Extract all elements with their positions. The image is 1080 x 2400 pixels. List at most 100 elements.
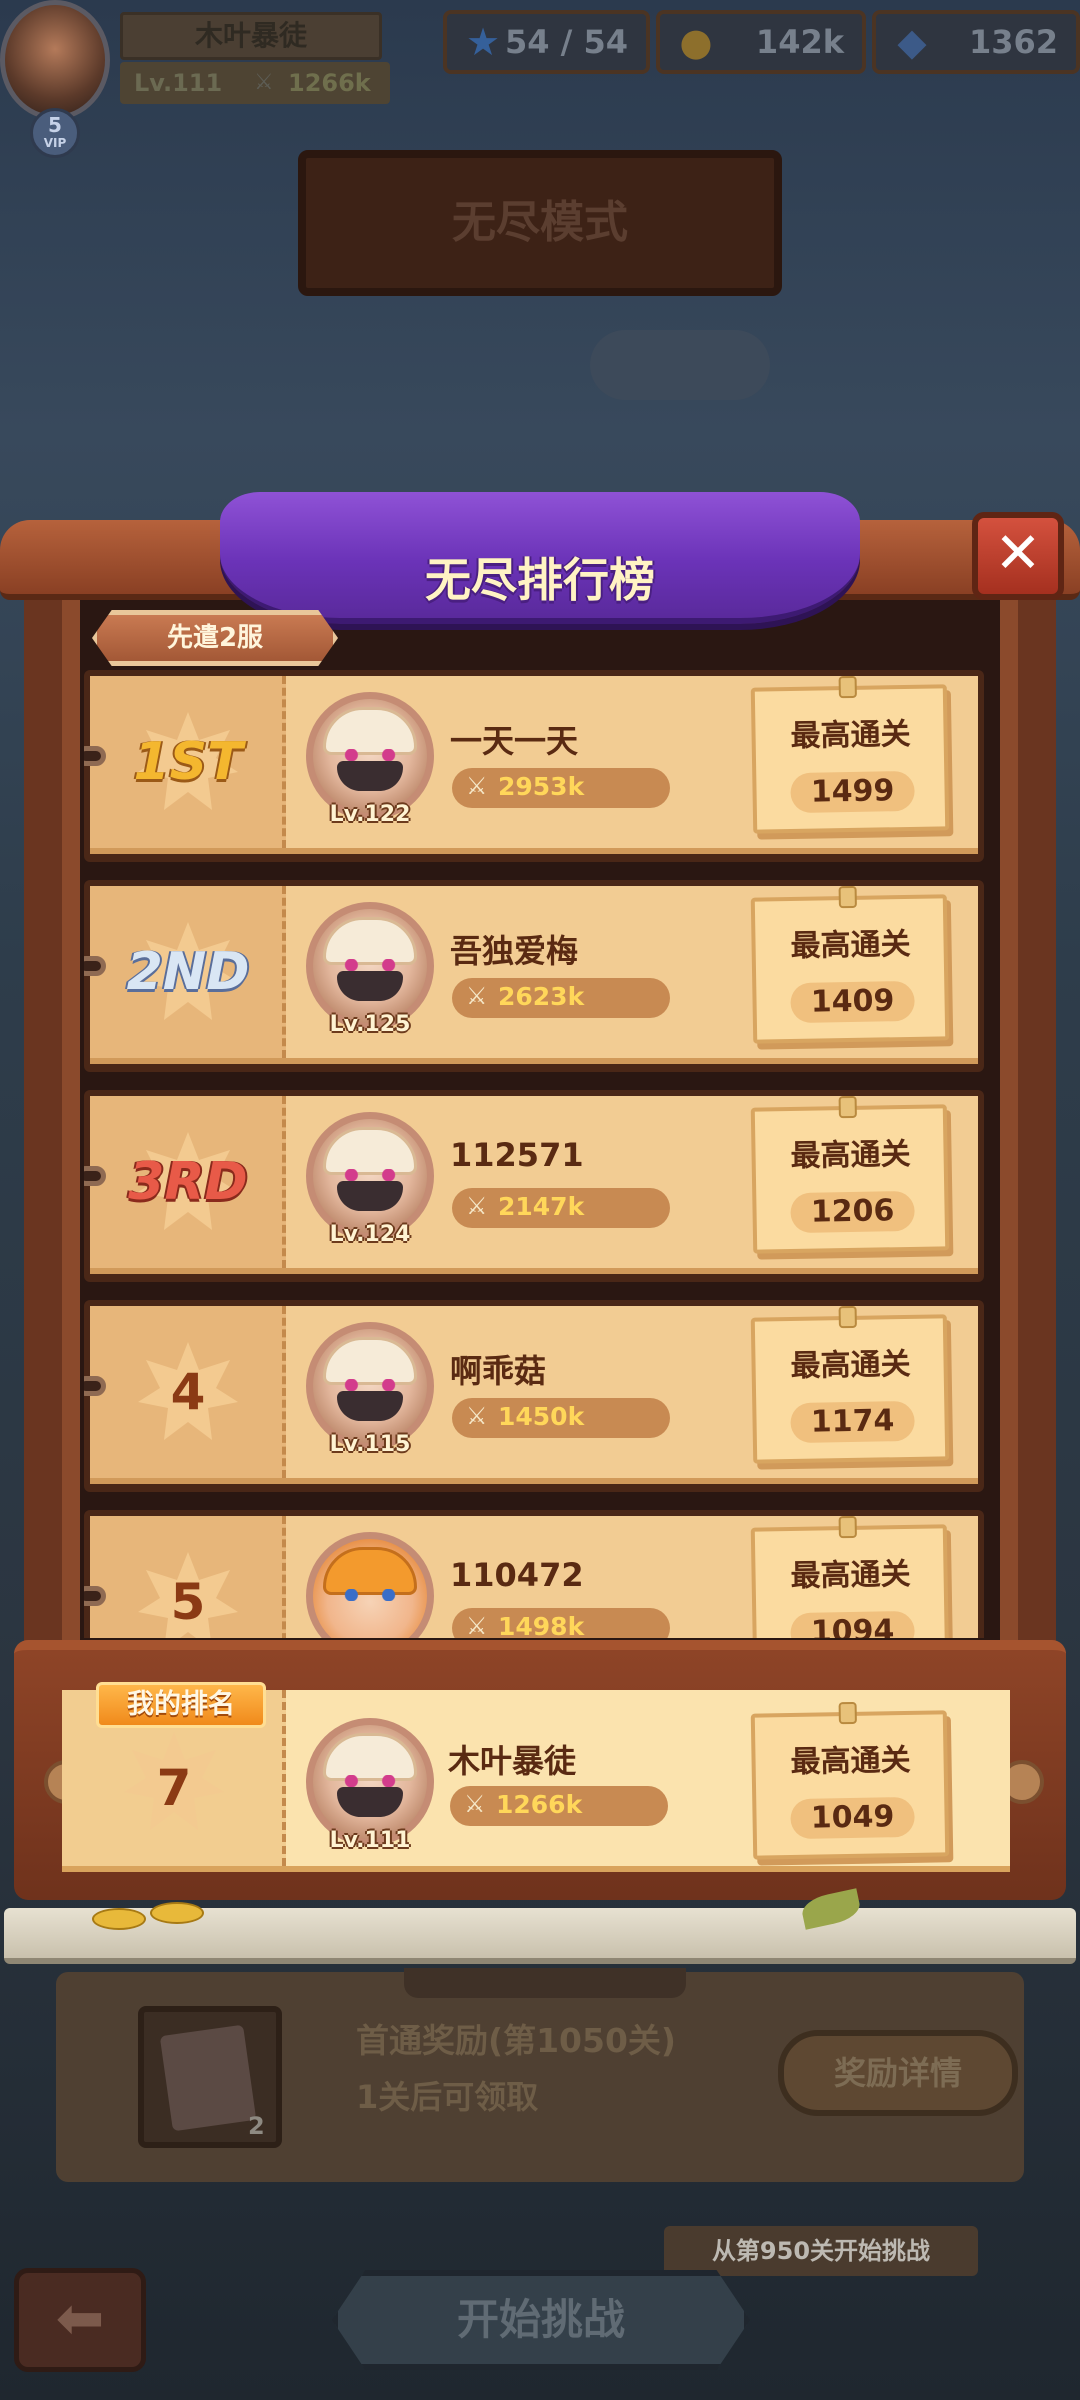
ranking-row[interactable]: 5 110472 ⚔ 1498k 最高通关 1094: [84, 1510, 984, 1638]
best-stage-value: 1206: [790, 1190, 915, 1234]
vip-level: 5: [48, 113, 62, 137]
player-name: 112571: [450, 1136, 584, 1174]
ranking-card: 1ST Lv.122 一天一天 ⚔ 2953k 最高通关 1499: [84, 675, 978, 854]
player-name: 木叶暴徒: [448, 1742, 577, 1780]
coin-icon: [92, 1908, 146, 1930]
best-stage-card: 最高通关 1499: [750, 675, 950, 834]
rank-number: 3RD: [128, 1152, 248, 1212]
best-stage-label: 最高通关: [790, 716, 911, 755]
rank-cell: 4: [84, 1306, 286, 1478]
best-stage-value: 1499: [790, 770, 915, 814]
best-stage-card: 最高通关 1409: [750, 885, 950, 1044]
reward-item-count: 2: [248, 2112, 265, 2140]
ranking-card: 5 110472 ⚔ 1498k 最高通关 1094: [84, 1515, 978, 1638]
player-level: Lv.122: [329, 802, 411, 827]
best-stage-value: 1409: [790, 980, 915, 1024]
player-level: Lv.111: [329, 1828, 411, 1853]
best-stage-label: 最高通关: [790, 1346, 911, 1385]
first-clear-reward-text: 首通奖励(第1050关): [356, 2021, 677, 2060]
power-value: 1266k: [496, 1790, 583, 1819]
power-pill: ⚔ 2623k: [452, 978, 670, 1018]
player-avatar[interactable]: [306, 902, 434, 1030]
power-value: 2623k: [498, 982, 585, 1011]
background-cloud: [590, 330, 770, 400]
player-level: Lv.115: [329, 1432, 411, 1457]
coin-icon: [150, 1902, 204, 1924]
player-avatar[interactable]: [306, 1718, 434, 1846]
power-value: 2953k: [498, 772, 585, 801]
rank-cell: 1ST: [84, 676, 286, 848]
reward-claim-hint: 1关后可领取: [356, 2078, 539, 2116]
player-avatar[interactable]: [306, 1112, 434, 1240]
power-pill: ⚔ 1450k: [452, 1398, 670, 1438]
star-icon: ★: [465, 20, 501, 64]
gold-counter[interactable]: ● 142k: [656, 10, 866, 74]
sword-icon: ⚔: [466, 772, 488, 800]
back-button[interactable]: ⬅: [14, 2268, 146, 2372]
player-avatar[interactable]: [306, 1532, 434, 1638]
pin-icon: [838, 1095, 857, 1119]
vip-label: VIP: [43, 136, 67, 150]
best-stage-label: 最高通关: [790, 1556, 911, 1595]
close-icon: ✕: [994, 521, 1042, 586]
gold-value: 142k: [755, 23, 844, 61]
best-stage-card: 最高通关 1174: [750, 1305, 950, 1464]
player-power: 1266k: [288, 69, 371, 97]
player-level-power: Lv.111 ⚔ 1266k: [120, 62, 390, 104]
ranking-row[interactable]: 1ST Lv.122 一天一天 ⚔ 2953k 最高通关 1499: [84, 670, 984, 862]
gem-counter[interactable]: ◆ 1362: [872, 10, 1080, 74]
server-tag[interactable]: 先遣2服: [92, 610, 338, 666]
coin-icon: ●: [679, 20, 713, 64]
sword-icon: ⚔: [466, 1192, 488, 1220]
rank-number: 4: [170, 1363, 206, 1421]
energy-counter[interactable]: ★ 54 / 54: [443, 10, 650, 74]
rank-cell: 2ND: [84, 886, 286, 1058]
player-name: 吾独爱梅: [450, 932, 579, 970]
ranking-list[interactable]: 1ST Lv.122 一天一天 ⚔ 2953k 最高通关 1499 2ND Lv…: [84, 670, 984, 1638]
sword-icon: ⚔: [466, 1612, 488, 1638]
reward-panel-tab: [404, 1968, 686, 1998]
sword-icon: ⚔: [466, 1402, 488, 1430]
pin-icon: [838, 675, 857, 699]
ranking-card: 4 Lv.115 啊乖菇 ⚔ 1450k 最高通关 1174: [84, 1305, 978, 1484]
reward-details-button[interactable]: 奖励详情: [778, 2030, 1018, 2116]
player-name: 啊乖菇: [450, 1352, 547, 1390]
leaderboard-title: 无尽排行榜: [425, 553, 655, 607]
best-stage-label: 最高通关: [790, 1742, 911, 1781]
player-name: 一天一天: [450, 722, 579, 760]
start-stage-hint: 从第950关开始挑战: [664, 2226, 978, 2276]
mode-title-sign: 无尽模式: [298, 150, 782, 296]
energy-value: 54 / 54: [504, 23, 628, 61]
best-stage-card: 最高通关 1094: [750, 1515, 950, 1638]
close-button[interactable]: ✕: [972, 512, 1064, 600]
player-level: Lv.111: [134, 69, 223, 97]
player-name: 110472: [450, 1556, 584, 1594]
best-stage-card: 最高通关 1049: [750, 1701, 950, 1860]
my-rank-badge: 我的排名: [96, 1682, 266, 1728]
rank-cell: 5: [84, 1516, 286, 1638]
pin-icon: [838, 885, 857, 909]
best-stage-value: 1094: [790, 1610, 915, 1638]
player-level: Lv.125: [329, 1012, 411, 1037]
ranking-row[interactable]: 2ND Lv.125 吾独爱梅 ⚔ 2623k 最高通关 1409: [84, 880, 984, 1072]
ranking-card: 3RD Lv.124 112571 ⚔ 2147k 最高通关 1206: [84, 1095, 978, 1274]
ranking-row[interactable]: 3RD Lv.124 112571 ⚔ 2147k 最高通关 1206: [84, 1090, 984, 1282]
player-avatar[interactable]: [306, 1322, 434, 1450]
ranking-row[interactable]: 4 Lv.115 啊乖菇 ⚔ 1450k 最高通关 1174: [84, 1300, 984, 1492]
sword-icon: ⚔: [254, 70, 274, 95]
card-pack-icon: [159, 2024, 257, 2132]
power-pill: ⚔ 2147k: [452, 1188, 670, 1228]
player-avatar[interactable]: [0, 0, 110, 120]
power-value: 1498k: [498, 1612, 585, 1638]
player-name: 木叶暴徒: [120, 12, 382, 60]
back-arrow-icon: ⬅: [55, 2284, 105, 2352]
sword-icon: ⚔: [464, 1790, 486, 1818]
pin-icon: [838, 1515, 857, 1539]
start-challenge-button[interactable]: 开始挑战: [332, 2270, 750, 2370]
vip-badge[interactable]: 5 VIP: [30, 108, 80, 158]
my-rank-card[interactable]: 7 我的排名 Lv.111 木叶暴徒 ⚔ 1266k 最高通关 1049: [62, 1682, 1010, 1872]
best-stage-label: 最高通关: [790, 926, 911, 965]
ranking-card: 2ND Lv.125 吾独爱梅 ⚔ 2623k 最高通关 1409: [84, 885, 978, 1064]
power-pill: ⚔ 2953k: [452, 768, 670, 808]
player-avatar[interactable]: [306, 692, 434, 820]
